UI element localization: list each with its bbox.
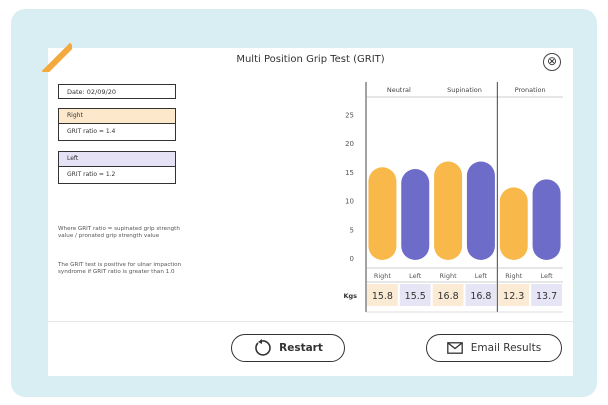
y-tick-label: 15 — [345, 169, 354, 177]
bar-right — [499, 187, 528, 260]
value-row-label: Kgs — [343, 292, 357, 300]
y-tick-label: 10 — [345, 198, 354, 206]
group-header: Neutral — [387, 86, 411, 94]
footer-divider — [48, 321, 573, 322]
left-ratio-heading: Left — [59, 152, 175, 167]
category-label: Left — [409, 272, 422, 280]
right-ratio-card: Right GRIT ratio = 1.4 — [58, 108, 176, 141]
restart-icon — [253, 339, 271, 357]
bar-value-label: 15.8 — [372, 291, 393, 302]
grit-modal: Multi Position Grip Test (GRIT) ⊗ Date: … — [42, 42, 573, 376]
category-label: Right — [374, 272, 392, 280]
date-field: Date: 02/09/20 — [58, 84, 176, 99]
y-tick-label: 5 — [350, 226, 354, 234]
bar-right — [368, 167, 397, 260]
bar-left — [532, 179, 561, 260]
restart-label: Restart — [279, 342, 323, 354]
modal-title: Multi Position Grip Test (GRIT) — [236, 54, 385, 65]
category-label: Right — [505, 272, 523, 280]
left-ratio-value: GRIT ratio = 1.2 — [67, 171, 116, 178]
email-results-label: Email Results — [470, 342, 542, 354]
group-header: Supination — [447, 86, 482, 94]
category-label: Left — [475, 272, 488, 280]
bar-value-label: 16.8 — [438, 291, 459, 302]
y-tick-label: 20 — [345, 140, 354, 148]
restart-button[interactable]: Restart — [231, 334, 345, 362]
bar-value-label: 13.7 — [536, 291, 557, 302]
y-tick-label: 0 — [350, 255, 354, 263]
category-label: Right — [440, 272, 458, 280]
grit-formula-note: Where GRIT ratio = supinated grip streng… — [58, 226, 180, 239]
bar-value-label: 12.3 — [503, 291, 524, 302]
category-label: Left — [540, 272, 553, 280]
envelope-icon — [446, 342, 463, 354]
bar-value-label: 15.5 — [405, 291, 426, 302]
right-ratio-value: GRIT ratio = 1.4 — [67, 128, 116, 135]
grit-positive-note: The GRIT test is positive for ulnar impa… — [58, 262, 182, 275]
bar-left — [466, 161, 495, 260]
page-background: Multi Position Grip Test (GRIT) ⊗ Date: … — [0, 0, 608, 405]
bar-value-label: 16.8 — [470, 291, 491, 302]
right-ratio-heading: Right — [59, 109, 175, 124]
y-tick-label: 25 — [345, 111, 354, 119]
email-results-button[interactable]: Email Results — [426, 334, 562, 362]
bar-left — [401, 169, 430, 260]
bar-right — [434, 161, 463, 260]
group-header: Pronation — [515, 86, 546, 94]
close-icon[interactable]: ⊗ — [543, 53, 561, 71]
left-ratio-card: Left GRIT ratio = 1.2 — [58, 151, 176, 184]
